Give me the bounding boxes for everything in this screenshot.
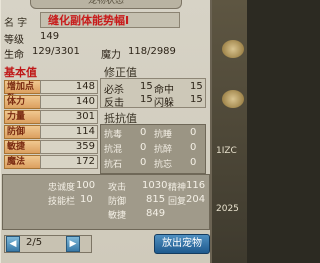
- resist-label: 抗石: [104, 160, 123, 170]
- stat-label[interactable]: 防御: [4, 125, 42, 139]
- pet-name: 缝化副体能势幅I: [48, 14, 130, 27]
- resist-value: 0: [190, 127, 197, 138]
- skill-value: 10: [80, 194, 93, 205]
- agility-value: 849: [146, 208, 166, 219]
- basic-header: 基本值: [4, 66, 37, 79]
- side-text: 1IZC: [216, 146, 237, 156]
- side-text: 2025: [216, 204, 239, 214]
- stat-value: 114: [40, 125, 98, 139]
- mp-label: 魔力: [101, 50, 121, 61]
- release-pet-button[interactable]: 放出宠物: [154, 234, 210, 254]
- loyalty-label: 忠诚度: [48, 183, 76, 193]
- resist-value: 0: [140, 157, 147, 168]
- modifier-value: 15: [140, 94, 153, 105]
- resist-label: 抗混: [104, 145, 123, 155]
- resist-label: 抗毒: [104, 130, 123, 140]
- stat-value: 148: [40, 80, 98, 94]
- stat-value: 359: [40, 140, 98, 154]
- defense-value: 815: [146, 194, 166, 205]
- resist-label: 抗睡: [154, 130, 173, 140]
- hp-label: 生命: [4, 50, 24, 61]
- agility-label: 敏捷: [108, 211, 127, 221]
- name-label: 名 字: [4, 18, 28, 29]
- stat-value: 172: [40, 155, 98, 169]
- modifier-value: 15: [190, 94, 203, 105]
- hp-value: 129/3301: [32, 46, 80, 57]
- resist-value: 0: [140, 127, 147, 138]
- stat-label[interactable]: 魔法: [4, 155, 42, 169]
- resist-value: 0: [140, 142, 147, 153]
- resist-value: 0: [190, 157, 197, 168]
- page-indicator: 2/5: [26, 237, 43, 248]
- resist-label: 抗忘: [154, 160, 173, 170]
- stat-label[interactable]: 敏捷: [4, 140, 42, 154]
- side-badge: [222, 90, 244, 108]
- prev-page-button[interactable]: ◀: [6, 236, 20, 252]
- modifier-label: 反击: [104, 98, 124, 109]
- defense-label: 防御: [108, 197, 127, 207]
- stat-label: 增加点数: [4, 80, 42, 104]
- stat-label[interactable]: 体力: [4, 95, 42, 109]
- window-title: 宠物状态: [30, 0, 182, 9]
- stat-value: 140: [40, 95, 98, 109]
- level-value: 149: [40, 31, 60, 42]
- resist-value: 0: [190, 142, 197, 153]
- attack-value: 1030: [142, 180, 168, 191]
- level-label: 等级: [4, 35, 24, 46]
- resist-label: 抗醉: [154, 145, 173, 155]
- mp-value: 118/2989: [128, 46, 176, 57]
- loyalty-value: 100: [76, 180, 96, 191]
- stat-label[interactable]: 力量: [4, 110, 42, 124]
- modifier-value: 15: [140, 81, 153, 92]
- side-badge: [222, 40, 244, 58]
- stat-value: 301: [40, 110, 98, 124]
- spirit-label: 精神: [168, 183, 187, 193]
- spirit-value: 116: [186, 180, 206, 191]
- pet-status-window: 宠物状态 名 字 缝化副体能势幅I 等级 149 生命 129/3301 魔力 …: [0, 0, 212, 263]
- arrow-right-icon: ▶: [69, 239, 77, 249]
- attack-label: 攻击: [108, 183, 127, 193]
- modifier-value: 15: [190, 81, 203, 92]
- skill-label: 技能栏: [48, 197, 76, 207]
- recover-label: 回复: [168, 197, 187, 207]
- next-page-button[interactable]: ▶: [66, 236, 80, 252]
- recover-value: 204: [186, 194, 206, 205]
- arrow-left-icon: ◀: [9, 239, 17, 249]
- modifier-label: 闪躲: [154, 98, 174, 109]
